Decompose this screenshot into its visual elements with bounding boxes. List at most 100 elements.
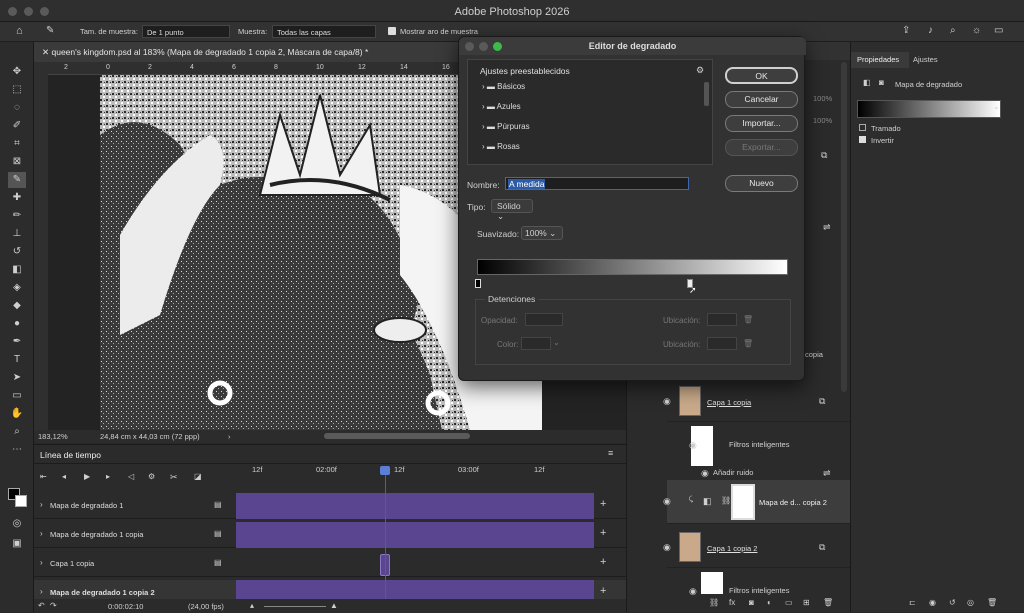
chevron-right-icon[interactable]: ›	[228, 432, 231, 441]
scissors-icon[interactable]: ✂	[170, 472, 178, 483]
screen-mode-icon[interactable]: ▣	[8, 536, 26, 552]
name-input[interactable]: A medida	[505, 177, 689, 190]
lightbulb-icon[interactable]: ☼	[972, 25, 981, 36]
color-stop-black[interactable]	[475, 279, 481, 288]
trash-icon[interactable]: 🗑	[987, 598, 997, 607]
gear-icon[interactable]: ⚙	[696, 65, 704, 76]
chevron-right-icon[interactable]: ›	[40, 529, 43, 538]
visibility-icon[interactable]: ◎	[967, 598, 974, 607]
workspace-icon[interactable]: ▭	[994, 25, 1003, 36]
eye-icon[interactable]: ◉	[689, 440, 697, 451]
link-layers-icon[interactable]: ⛓	[709, 598, 719, 607]
new-layer-icon[interactable]: ⊞	[803, 598, 810, 607]
play-icon[interactable]: ▶	[84, 472, 90, 481]
zoom-level[interactable]: 183,12%	[38, 432, 68, 441]
trash-icon[interactable]: 🗑	[743, 339, 753, 348]
layer-name[interactable]: Mapa de d... copia 2	[759, 498, 827, 507]
dialog-zoom-button[interactable]	[493, 42, 502, 51]
add-media-icon[interactable]: +	[600, 498, 606, 510]
cancel-button[interactable]: Cancelar	[725, 91, 798, 108]
visibility-toggle-icon[interactable]: ◉	[929, 598, 936, 607]
filmstrip-icon[interactable]: ▤	[214, 500, 222, 509]
import-button[interactable]: Importar...	[725, 115, 798, 132]
prev-frame-icon[interactable]: ◂	[62, 472, 66, 481]
opacity-value[interactable]: 100%	[813, 94, 832, 103]
preset-folder[interactable]: › ▬ Rosas	[482, 142, 718, 162]
playhead[interactable]	[380, 466, 390, 475]
invert-checkbox[interactable]	[859, 136, 866, 143]
filmstrip-icon[interactable]: ▤	[214, 558, 222, 567]
settings-icon[interactable]: ⚙	[148, 472, 155, 481]
dialog-close-button[interactable]	[465, 42, 474, 51]
share-icon[interactable]: ⇪	[902, 25, 910, 36]
home-icon[interactable]: ⌂	[16, 25, 23, 37]
gradient-bar[interactable]	[477, 259, 788, 275]
track-clip[interactable]	[236, 493, 594, 519]
layer-name[interactable]: Capa 1 copia 2	[707, 544, 757, 553]
zoom-slider[interactable]	[264, 606, 326, 607]
filter-options-icon[interactable]: ⇌	[823, 468, 831, 479]
opacity-stops-track[interactable]	[475, 250, 787, 256]
marquee-tool-icon[interactable]: ⬚	[8, 82, 26, 98]
stamp-tool-icon[interactable]: ⊥	[8, 226, 26, 242]
timeline-track[interactable]: › Mapa de degradado 1 ▤ +	[34, 493, 626, 519]
add-media-icon[interactable]: +	[600, 585, 606, 597]
eyedropper-tool-icon[interactable]: ✎	[8, 172, 26, 188]
clip-icon[interactable]: ⊏	[909, 598, 916, 607]
chevron-right-icon[interactable]: ›	[40, 558, 43, 567]
layer-mask-thumbnail[interactable]	[731, 484, 755, 520]
history-brush-icon[interactable]: ↺	[8, 244, 26, 260]
add-media-icon[interactable]: +	[600, 527, 606, 539]
chain-icon[interactable]: ⛓	[721, 496, 731, 505]
sample-size-select[interactable]: De 1 punto	[142, 25, 230, 38]
presets-scrollbar[interactable]	[704, 82, 709, 106]
eye-icon[interactable]: ◉	[663, 542, 671, 553]
type-tool-icon[interactable]: T	[8, 352, 26, 368]
layer-row[interactable]: ◉ Capa 1 copia 2 ⧉	[663, 528, 851, 568]
fill-value[interactable]: 100%	[813, 116, 832, 125]
next-frame-icon[interactable]: ▸	[106, 472, 110, 481]
preset-folder[interactable]: › ▬ Azules	[482, 102, 718, 122]
color-swatch-input[interactable]	[521, 337, 551, 350]
layer-row-selected[interactable]: ◉ ⤹ ◧ ⛓ Mapa de d... copia 2	[663, 480, 851, 524]
healing-tool-icon[interactable]: ✚	[8, 190, 26, 206]
move-tool-icon[interactable]: ✥	[8, 64, 26, 80]
timeline-track[interactable]: › Capa 1 copia ▤ +	[34, 551, 626, 577]
opacity-input[interactable]	[525, 313, 563, 326]
eye-icon[interactable]: ◉	[701, 468, 709, 479]
fx-icon[interactable]: fx	[729, 598, 735, 607]
new-button[interactable]: Nuevo	[725, 175, 798, 192]
chevron-down-icon[interactable]: ⌄	[993, 102, 1000, 111]
trash-icon[interactable]: 🗑	[823, 598, 833, 607]
preset-folder[interactable]: › ▬ Púrpuras	[482, 122, 718, 142]
pen-tool-icon[interactable]: ✒	[8, 334, 26, 350]
mask-icon[interactable]: ◙	[879, 78, 884, 87]
eye-icon[interactable]: ◉	[663, 396, 671, 407]
tab-adjustments[interactable]: Ajustes	[913, 55, 938, 64]
paint-bucket-icon[interactable]: ◈	[8, 280, 26, 296]
audio-icon[interactable]: ◁	[128, 472, 134, 481]
type-select[interactable]: Sólido ⌄	[491, 199, 533, 221]
brush-tool-icon[interactable]: ✏	[8, 208, 26, 224]
zoom-in-mountain-icon[interactable]: ▲	[330, 601, 338, 610]
track-clip[interactable]	[236, 522, 594, 548]
trash-icon[interactable]: 🗑	[743, 315, 753, 324]
chevron-right-icon[interactable]: ›	[40, 500, 43, 509]
filter-options-icon[interactable]: ⇌	[823, 222, 831, 233]
horizontal-scrollbar[interactable]	[324, 433, 470, 439]
crop-tool-icon[interactable]: ⌗	[8, 136, 26, 152]
eye-icon[interactable]: ◉	[663, 496, 671, 507]
bell-icon[interactable]: ♪	[928, 25, 933, 36]
tab-properties[interactable]: Propiedades	[851, 52, 909, 68]
timeline-track[interactable]: › Mapa de degradado 1 copia ▤ +	[34, 522, 626, 548]
hand-tool-icon[interactable]: ✋	[8, 406, 26, 422]
lasso-tool-icon[interactable]: ◌	[8, 100, 26, 116]
location-input-2[interactable]	[707, 337, 737, 350]
layer-name[interactable]: Capa 1 copia	[707, 398, 751, 407]
dodge-tool-icon[interactable]: ●	[8, 316, 26, 332]
zoom-out-mountain-icon[interactable]: ▴	[250, 601, 254, 610]
add-mask-icon[interactable]: ◙	[749, 598, 754, 607]
panel-menu-icon[interactable]: ≡	[608, 448, 613, 458]
undo-icon[interactable]: ↶	[38, 601, 45, 610]
search-icon[interactable]: ⌕	[950, 25, 956, 36]
